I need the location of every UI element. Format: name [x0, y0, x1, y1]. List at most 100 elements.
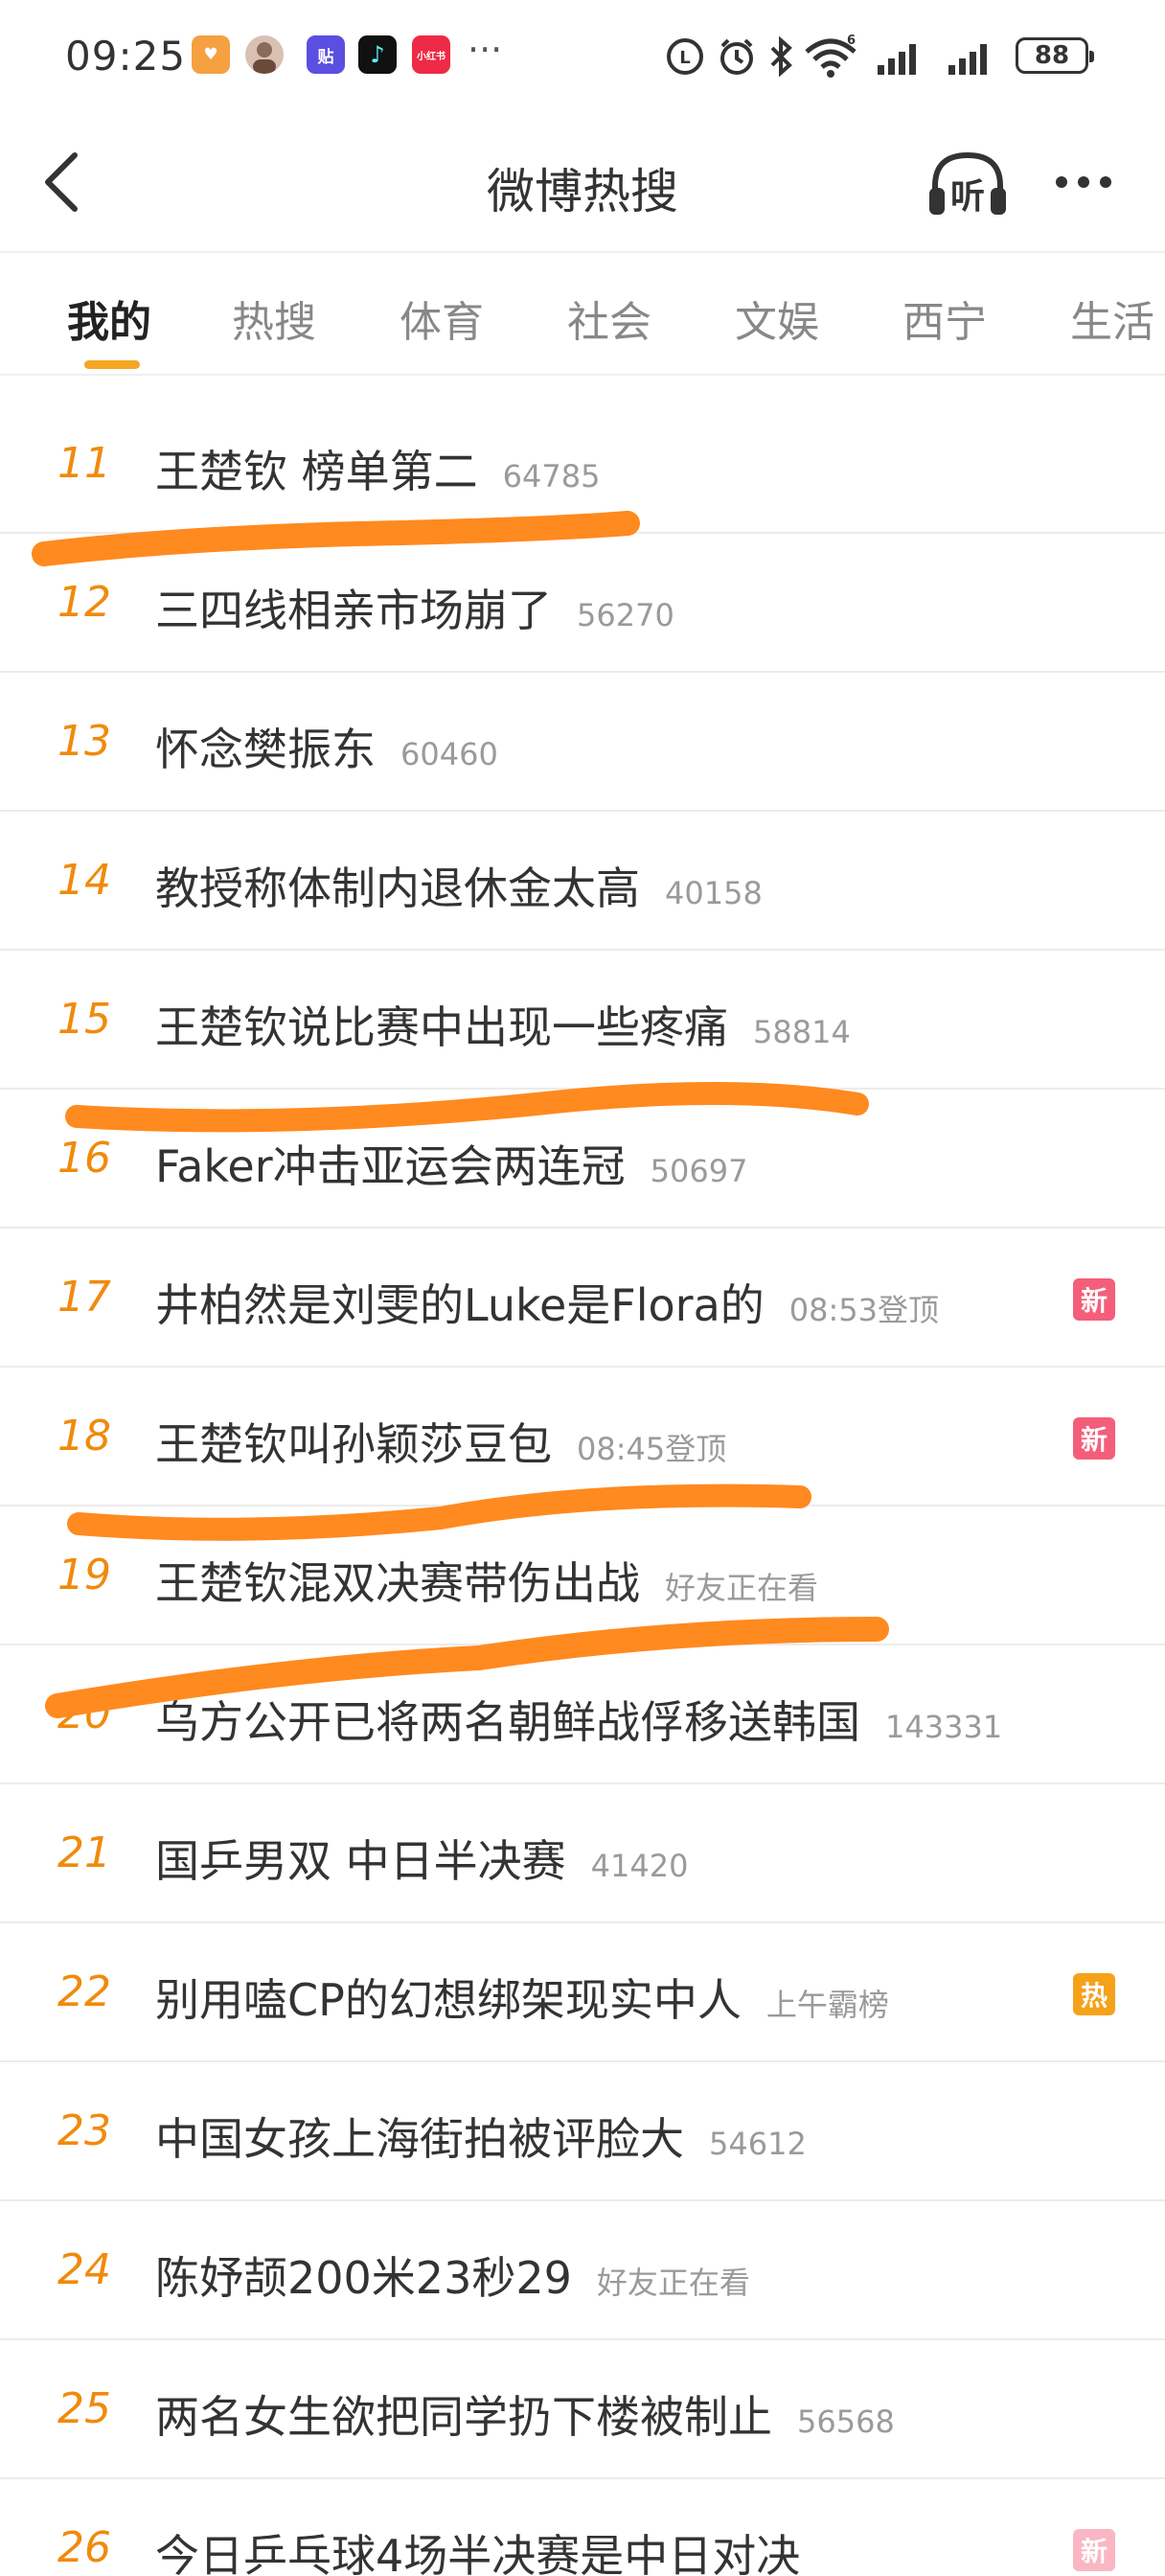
list-item[interactable]: 11 王楚钦 榜单第二 64785 — [0, 395, 1165, 534]
topic-meta: 143331 — [885, 1709, 1003, 1745]
tab-society[interactable]: 社会 — [567, 288, 651, 349]
list-item[interactable]: 21 国乒男双 中日半决赛 41420 — [0, 1784, 1165, 1923]
more-dots-icon — [1056, 176, 1111, 188]
app-icon-label: ♥ — [203, 45, 218, 64]
new-badge: 新 — [1073, 1278, 1115, 1321]
rank-number: 25 — [57, 2384, 111, 2433]
list-item[interactable]: 14 教授称体制内退休金太高 40158 — [0, 812, 1165, 951]
list-item[interactable]: 22 别用嗑CP的幻想绑架现实中人 上午霸榜 热 — [0, 1923, 1165, 2062]
rank-number: 24 — [57, 2245, 111, 2294]
app-icon-label: 贴 — [317, 47, 334, 67]
list-item[interactable]: 25 两名女生欲把同学扔下楼被制止 56568 — [0, 2340, 1165, 2479]
topic-title: 国乒男双 中日半决赛 — [155, 1835, 566, 1887]
list-item[interactable]: 23 中国女孩上海街拍被评脸大 54612 — [0, 2062, 1165, 2201]
rank-number: 11 — [57, 439, 111, 488]
topic-title: 别用嗑CP的幻想绑架现实中人 — [155, 1974, 742, 2026]
topic-meta: 54612 — [709, 2126, 807, 2162]
tieba-app-icon: 贴 — [307, 35, 345, 74]
topic-title: 今日乒乓球4场半决赛是中日对决 — [155, 2530, 801, 2576]
active-tab-indicator — [84, 360, 140, 369]
topic-meta: 56270 — [577, 597, 674, 633]
orange-heart-app-icon: ♥ — [192, 35, 230, 74]
rank-number: 14 — [57, 856, 111, 905]
topic-title: 陈妤颉200米23秒29 — [155, 2252, 572, 2304]
rank-number: 17 — [57, 1273, 111, 1322]
rank-number: 21 — [57, 1828, 111, 1877]
topic-title: 中国女孩上海街拍被评脸大 — [155, 2113, 684, 2165]
topic-title: Faker冲击亚运会两连冠 — [155, 1140, 626, 1192]
topic-title: 王楚钦叫孙颖莎豆包 — [155, 1418, 552, 1470]
list-item[interactable]: 19 王楚钦混双决赛带伤出战 好友正在看 — [0, 1506, 1165, 1645]
hot-badge: 热 — [1073, 1973, 1115, 2015]
avatar-app-icon — [245, 35, 284, 74]
alarm-icon — [720, 38, 753, 75]
topic-meta: 好友正在看 — [596, 2265, 750, 2301]
topic-title: 井柏然是刘雯的Luke是Flora的 — [155, 1279, 765, 1331]
topic-title: 三四线相亲市场崩了 — [155, 585, 552, 636]
list-item[interactable]: 24 陈妤颉200米23秒29 好友正在看 — [0, 2201, 1165, 2340]
tiktok-app-icon: ♪ — [358, 35, 397, 74]
rank-number: 23 — [57, 2106, 111, 2155]
hd-call-icon: L — [667, 38, 703, 75]
topic-meta: 好友正在看 — [665, 1570, 819, 1606]
signal-sim2-icon — [948, 44, 987, 75]
svg-text:L: L — [679, 48, 690, 68]
list-item[interactable]: 12 三四线相亲市场崩了 56270 — [0, 534, 1165, 673]
rank-number: 15 — [57, 995, 111, 1044]
topic-meta: 40158 — [665, 875, 763, 911]
more-notifications-icon: ··· — [468, 29, 503, 71]
tab-xining[interactable]: 西宁 — [902, 288, 987, 349]
more-options-button[interactable] — [1050, 153, 1117, 211]
new-badge: 新 — [1073, 1417, 1115, 1460]
list-item[interactable]: 26 今日乒乓球4场半决赛是中日对决 新 — [0, 2479, 1165, 2576]
tab-mine[interactable]: 我的 — [67, 288, 151, 349]
topic-meta: 08:53登顶 — [788, 1292, 939, 1328]
status-bar: 09:25 ♥ 贴 ♪ 小红书 ··· L 6 88 — [0, 0, 1165, 115]
topic-meta: 58814 — [753, 1014, 851, 1050]
topic-title: 教授称体制内退休金太高 — [155, 862, 640, 914]
listen-button[interactable]: 听 — [922, 144, 1014, 224]
tab-life[interactable]: 生活 — [1070, 288, 1154, 349]
header-bar: 微博热搜 听 — [0, 125, 1165, 240]
tab-entertainment[interactable]: 文娱 — [735, 288, 819, 349]
listen-label: 听 — [950, 177, 986, 217]
app-icon-label: ♪ — [370, 41, 385, 68]
wifi-icon: 6 — [805, 34, 857, 78]
rank-number: 20 — [57, 1690, 111, 1738]
topic-meta: 08:45登顶 — [577, 1431, 727, 1467]
xiaohongshu-app-icon: 小红书 — [412, 35, 450, 74]
topic-meta: 50697 — [650, 1153, 748, 1189]
tab-hot[interactable]: 热搜 — [232, 288, 316, 349]
topic-meta: 56568 — [797, 2404, 895, 2440]
rank-number: 13 — [57, 717, 111, 766]
topic-title: 两名女生欲把同学扔下楼被制止 — [155, 2391, 772, 2443]
tab-sports[interactable]: 体育 — [400, 288, 484, 349]
list-item[interactable]: 18 王楚钦叫孙颖莎豆包 08:45登顶 新 — [0, 1368, 1165, 1506]
topic-title: 乌方公开已将两名朝鲜战俘移送韩国 — [155, 1696, 860, 1748]
app-icon-label: 小红书 — [417, 51, 445, 62]
list-item[interactable]: 16 Faker冲击亚运会两连冠 50697 — [0, 1090, 1165, 1229]
topic-meta: 上午霸榜 — [765, 1987, 889, 2023]
rank-number: 22 — [57, 1967, 111, 2016]
topic-meta: 60460 — [400, 736, 498, 772]
topic-title: 怀念樊振东 — [155, 724, 376, 775]
list-item[interactable]: 13 怀念樊振东 60460 — [0, 673, 1165, 812]
bluetooth-icon — [770, 36, 792, 77]
rank-number: 12 — [57, 578, 111, 627]
battery-level: 88 — [1034, 41, 1070, 70]
list-item[interactable]: 17 井柏然是刘雯的Luke是Flora的 08:53登顶 新 — [0, 1229, 1165, 1368]
signal-sim1-icon — [878, 44, 916, 75]
topic-meta: 64785 — [502, 458, 601, 494]
list-item[interactable]: 15 王楚钦说比赛中出现一些疼痛 58814 — [0, 951, 1165, 1090]
svg-text:6: 6 — [847, 34, 856, 48]
rank-number: 16 — [57, 1134, 111, 1183]
list-item[interactable]: 20 乌方公开已将两名朝鲜战俘移送韩国 143331 — [0, 1645, 1165, 1784]
topic-title: 王楚钦混双决赛带伤出战 — [155, 1557, 640, 1609]
topic-meta: 41420 — [590, 1848, 689, 1884]
status-time: 09:25 — [65, 33, 187, 80]
topic-title: 王楚钦说比赛中出现一些疼痛 — [155, 1001, 728, 1053]
category-tabs: 我的 热搜 体育 社会 文娱 西宁 生活 — [0, 251, 1165, 376]
new-badge: 新 — [1073, 2529, 1115, 2571]
rank-number: 19 — [57, 1551, 111, 1599]
rank-number: 26 — [57, 2523, 111, 2572]
